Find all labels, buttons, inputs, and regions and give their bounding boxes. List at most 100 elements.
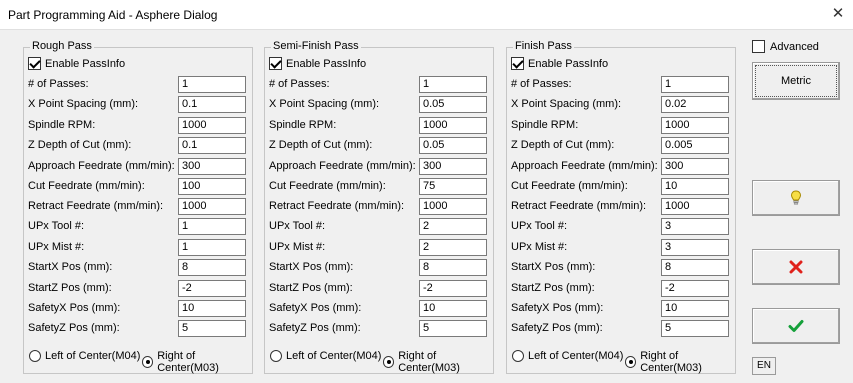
radio-left-of-center[interactable]: Left of Center(M04) — [29, 350, 140, 362]
field-label: Retract Feedrate (mm/min): — [511, 200, 647, 212]
language-button[interactable]: EN — [752, 357, 776, 375]
field-input[interactable]: 10 — [661, 300, 729, 317]
green-check-icon — [788, 320, 804, 332]
field-row: SafetyX Pos (mm): 10 — [511, 300, 731, 317]
field-label: # of Passes: — [511, 78, 572, 90]
field-input[interactable]: 0.1 — [178, 96, 246, 113]
field-row: SafetyX Pos (mm): 10 — [269, 300, 489, 317]
enable-passinfo-checkbox[interactable] — [269, 57, 282, 70]
field-input[interactable]: 1000 — [661, 198, 729, 215]
field-input[interactable]: -2 — [661, 280, 729, 297]
field-input[interactable]: 1 — [419, 76, 487, 93]
field-label: SafetyZ Pos (mm): — [511, 322, 603, 334]
field-row: SafetyZ Pos (mm): 5 — [28, 320, 248, 337]
field-row: UPx Mist #: 2 — [269, 239, 489, 256]
field-row: UPx Tool #: 2 — [269, 218, 489, 235]
field-label: UPx Mist #: — [28, 241, 85, 253]
field-input[interactable]: -2 — [419, 280, 487, 297]
field-input[interactable]: 1 — [178, 76, 246, 93]
field-input[interactable]: 10 — [419, 300, 487, 317]
field-input[interactable]: 5 — [661, 320, 729, 337]
field-input[interactable]: 0.005 — [661, 137, 729, 154]
field-row: UPx Mist #: 3 — [511, 239, 731, 256]
radio-left-of-center[interactable]: Left of Center(M04) — [270, 350, 381, 362]
metric-button-label: Metric — [781, 75, 811, 87]
red-x-icon — [789, 260, 803, 274]
radio-button[interactable] — [29, 350, 41, 362]
radio-button[interactable] — [512, 350, 524, 362]
field-row: Z Depth of Cut (mm): 0.005 — [511, 137, 731, 154]
field-input[interactable]: 300 — [178, 158, 246, 175]
field-input[interactable]: 0.05 — [419, 137, 487, 154]
field-input[interactable]: 8 — [419, 259, 487, 276]
field-input[interactable]: 1000 — [178, 117, 246, 134]
field-row: # of Passes: 1 — [28, 76, 248, 93]
field-label: StartZ Pos (mm): — [511, 282, 595, 294]
field-label: SafetyX Pos (mm): — [269, 302, 362, 314]
field-row: Z Depth of Cut (mm): 0.1 — [28, 137, 248, 154]
field-input[interactable]: 8 — [178, 259, 246, 276]
field-input[interactable]: 300 — [419, 158, 487, 175]
field-input[interactable]: 0.05 — [419, 96, 487, 113]
field-input[interactable]: 1000 — [178, 198, 246, 215]
close-icon[interactable]: ✕ — [829, 5, 847, 23]
field-input[interactable]: 1000 — [419, 198, 487, 215]
field-input[interactable]: 10 — [178, 300, 246, 317]
dialog-client: Rough Pass Enable PassInfo # of Passes: 1 X … — [0, 30, 853, 383]
radio-right-of-center[interactable]: Right of Center(M03) — [625, 350, 735, 374]
field-input[interactable]: 1000 — [419, 117, 487, 134]
field-label: UPx Tool #: — [28, 220, 85, 232]
radio-right-of-center[interactable]: Right of Center(M03) — [142, 350, 252, 374]
advanced-checkbox-row[interactable]: Advanced — [752, 40, 819, 53]
radio-button[interactable] — [142, 356, 154, 368]
radio-button[interactable] — [270, 350, 282, 362]
field-input[interactable]: 75 — [419, 178, 487, 195]
advanced-checkbox[interactable] — [752, 40, 765, 53]
field-input[interactable]: 3 — [661, 239, 729, 256]
field-input[interactable]: 1 — [661, 76, 729, 93]
field-input[interactable]: 5 — [419, 320, 487, 337]
field-input[interactable]: 1 — [178, 239, 246, 256]
field-label: SafetyZ Pos (mm): — [28, 322, 120, 334]
metric-button[interactable]: Metric — [752, 62, 840, 100]
field-input[interactable]: 2 — [419, 239, 487, 256]
field-label: Spindle RPM: — [511, 119, 579, 131]
field-input[interactable]: 5 — [178, 320, 246, 337]
field-label: SafetyX Pos (mm): — [28, 302, 121, 314]
field-row: Spindle RPM: 1000 — [28, 117, 248, 134]
field-label: Z Depth of Cut (mm): — [269, 139, 373, 151]
field-input[interactable]: 8 — [661, 259, 729, 276]
field-input[interactable]: 300 — [661, 158, 729, 175]
field-row: # of Passes: 1 — [511, 76, 731, 93]
field-row: StartX Pos (mm): 8 — [28, 259, 248, 276]
group-title: Rough Pass — [30, 40, 94, 52]
radio-label: Left of Center(M04) — [528, 350, 624, 362]
enable-passinfo-checkbox[interactable] — [28, 57, 41, 70]
enable-passinfo-row[interactable]: Enable PassInfo — [28, 57, 125, 70]
ok-button[interactable] — [752, 308, 840, 344]
field-row: UPx Tool #: 1 — [28, 218, 248, 235]
enable-passinfo-checkbox[interactable] — [511, 57, 524, 70]
enable-passinfo-row[interactable]: Enable PassInfo — [511, 57, 608, 70]
field-input[interactable]: 0.02 — [661, 96, 729, 113]
field-label: Cut Feedrate (mm/min): — [269, 180, 386, 192]
radio-right-of-center[interactable]: Right of Center(M03) — [383, 350, 493, 374]
field-input[interactable]: 10 — [661, 178, 729, 195]
field-label: UPx Tool #: — [511, 220, 568, 232]
cancel-button[interactable] — [752, 249, 840, 285]
field-row: UPx Tool #: 3 — [511, 218, 731, 235]
field-input[interactable]: -2 — [178, 280, 246, 297]
radio-button[interactable] — [625, 356, 637, 368]
field-input[interactable]: 1000 — [661, 117, 729, 134]
help-button[interactable] — [752, 180, 840, 216]
field-input[interactable]: 3 — [661, 218, 729, 235]
field-input[interactable]: 1 — [178, 218, 246, 235]
field-input[interactable]: 2 — [419, 218, 487, 235]
enable-passinfo-row[interactable]: Enable PassInfo — [269, 57, 366, 70]
field-row: Retract Feedrate (mm/min): 1000 — [269, 198, 489, 215]
field-row: StartZ Pos (mm): -2 — [269, 280, 489, 297]
field-input[interactable]: 100 — [178, 178, 246, 195]
radio-left-of-center[interactable]: Left of Center(M04) — [512, 350, 623, 362]
field-input[interactable]: 0.1 — [178, 137, 246, 154]
radio-button[interactable] — [383, 356, 395, 368]
